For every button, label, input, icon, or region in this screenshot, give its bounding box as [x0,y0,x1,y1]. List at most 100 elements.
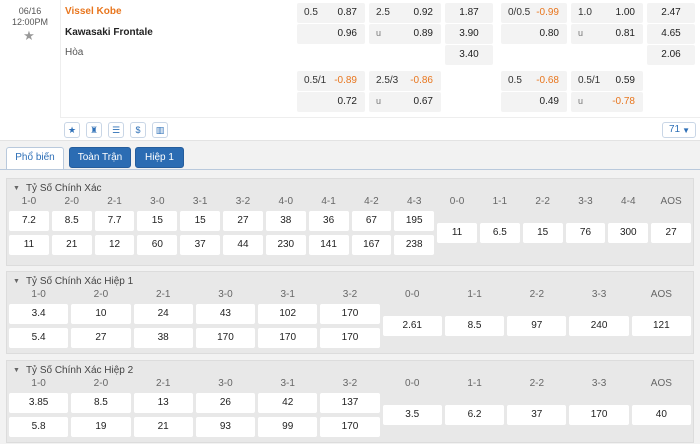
odds-box-home[interactable]: 26 [195,393,256,413]
odds-cell[interactable]: u 0.89 [369,24,441,44]
odds-box-away[interactable]: 38 [133,328,193,348]
odds-box-home[interactable]: 195 [394,211,435,231]
odds-cell[interactable]: 0.5/1 -0.89 [297,71,365,91]
odds-box-draw[interactable]: 97 [507,316,567,336]
odds-box-draw[interactable]: 37 [507,405,567,425]
odds-box-draw[interactable]: 2.61 [382,316,442,336]
odds-box-draw[interactable]: 300 [608,223,649,243]
odds-box-away[interactable]: 167 [351,235,392,255]
odds-cell[interactable]: 1.0 1.00 [571,3,643,23]
odds-box-away[interactable]: 170 [195,328,256,348]
odds-box-away[interactable]: 60 [137,235,178,255]
odds-cell[interactable]: 0.5/1 0.59 [571,71,643,91]
odds-box-away[interactable]: 11 [9,235,49,255]
odds-box-draw[interactable]: 170 [569,405,629,425]
odds-box-draw[interactable]: 11 [437,223,477,243]
odds-box-away[interactable]: 230 [265,235,306,255]
odds-box-draw[interactable]: 27 [651,223,691,243]
odds-cell[interactable]: 1.87 [445,3,493,23]
odds-box-away[interactable]: 99 [258,417,318,437]
odds-box-draw[interactable]: 8.5 [444,316,505,336]
odds-box-home[interactable]: 36 [308,211,349,231]
section-title[interactable]: ▼ Tỷ Số Chính Xác [13,183,102,194]
tab-popular[interactable]: Phổ biến [6,147,64,169]
odds-cell[interactable]: 3.40 [445,45,493,65]
odds-box-away[interactable]: 44 [223,235,263,255]
odds-box-home[interactable]: 8.5 [71,393,131,413]
odds-cell[interactable]: 0/0.5 -0.99 [501,3,567,23]
star-icon[interactable]: ★ [64,122,80,138]
odds-box-home[interactable]: 137 [320,393,380,413]
odds-cell[interactable]: 0.80 [501,24,567,44]
away-team[interactable]: Kawasaki Frontale [65,27,153,38]
odds-box-away[interactable]: 5.4 [9,328,69,348]
odds-box-away[interactable]: 21 [51,235,92,255]
section-title[interactable]: ▼ Tỷ Số Chính Xác Hiệp 1 [13,276,133,287]
score-header: 4-2 [364,196,379,207]
odds-box-away[interactable]: 21 [133,417,193,437]
odds-box-home[interactable]: 38 [265,211,306,231]
odds-box-draw[interactable]: 15 [522,223,563,243]
odds-box-away[interactable]: 93 [195,417,256,437]
odds-box-away[interactable]: 5.8 [9,417,69,437]
odds-cell[interactable]: 0.72 [297,92,365,112]
odds-cell[interactable]: 4.65 [647,24,695,44]
odds-cell[interactable]: 2.5 0.92 [369,3,441,23]
odds-box-away[interactable]: 170 [258,328,318,348]
odds-value: -0.78 [612,96,635,107]
odds-box-home[interactable]: 10 [71,304,131,324]
odds-box-away[interactable]: 27 [71,328,131,348]
odds-box-home[interactable]: 43 [195,304,256,324]
odds-box-away[interactable]: 12 [94,235,135,255]
odds-box-home[interactable]: 102 [258,304,318,324]
odds-cell[interactable]: u 0.81 [571,24,643,44]
odds-cell[interactable]: 0.96 [297,24,365,44]
odds-cell[interactable]: u 0.67 [369,92,441,112]
odds-cell[interactable]: 0.5 -0.68 [501,71,567,91]
odds-box-home[interactable]: 27 [223,211,263,231]
shirt-icon[interactable]: ♜ [86,122,102,138]
odds-box-draw[interactable]: 76 [565,223,606,243]
odds-box-home[interactable]: 15 [180,211,221,231]
odds-box-draw[interactable]: 121 [631,316,691,336]
odds-box-draw[interactable]: 6.2 [444,405,505,425]
odds-cell[interactable]: 0.49 [501,92,567,112]
more-markets-button[interactable]: 71 ▼ [662,122,696,138]
odds-box-home[interactable]: 7.2 [9,211,49,231]
odds-box-home[interactable]: 42 [258,393,318,413]
odds-cell[interactable]: 3.90 [445,24,493,44]
odds-cell[interactable]: 2.06 [647,45,695,65]
odds-cell[interactable]: 2.47 [647,3,695,23]
odds-box-draw[interactable]: 240 [569,316,629,336]
odds-box-away[interactable]: 238 [394,235,435,255]
odds-box-draw[interactable]: 3.5 [382,405,442,425]
odds-box-away[interactable]: 170 [320,417,380,437]
favorite-star-icon[interactable]: ★ [22,29,36,43]
odds-box-away[interactable]: 37 [180,235,221,255]
tab-full-time[interactable]: Toàn Trận [69,147,131,168]
odds-box-away[interactable]: 170 [320,328,380,348]
odds-box-home[interactable]: 3.4 [9,304,69,324]
odds-box-home[interactable]: 3.85 [9,393,69,413]
odds-box-draw[interactable]: 40 [631,405,691,425]
section-title[interactable]: ▼ Tỷ Số Chính Xác Hiệp 2 [13,365,133,376]
odds-cell[interactable]: u -0.78 [571,92,643,112]
odds-box-away[interactable]: 141 [308,235,349,255]
scoreboard-icon[interactable]: ☰ [108,122,124,138]
dollar-icon[interactable]: $ [130,122,146,138]
odds-box-home[interactable]: 8.5 [51,211,92,231]
odds-cell[interactable]: 0.5 0.87 [297,3,365,23]
odds-cell[interactable]: 2.5/3 -0.86 [369,71,441,91]
odds-box-home[interactable]: 170 [320,304,380,324]
stats-icon[interactable]: ▥ [152,122,168,138]
odds-value: 0.87 [337,7,357,18]
odds-box-home[interactable]: 67 [351,211,392,231]
odds-box-away[interactable]: 19 [71,417,131,437]
odds-box-home[interactable]: 7.7 [94,211,135,231]
tab-first-half[interactable]: Hiệp 1 [135,147,184,168]
odds-box-home[interactable]: 13 [133,393,193,413]
odds-box-home[interactable]: 15 [137,211,178,231]
odds-box-home[interactable]: 24 [133,304,193,324]
odds-box-draw[interactable]: 6.5 [479,223,520,243]
home-team[interactable]: Vissel Kobe [65,6,122,17]
